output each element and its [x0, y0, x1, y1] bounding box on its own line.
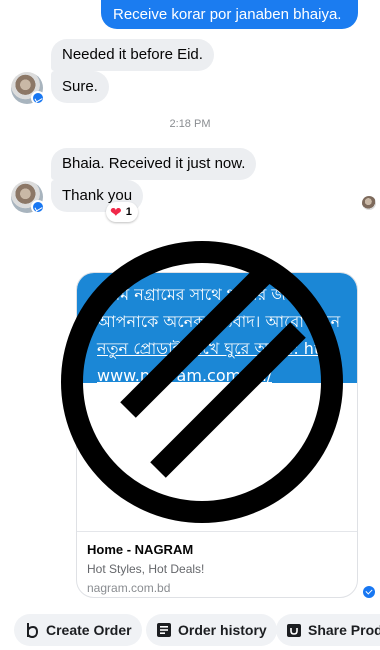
messenger-badge-icon — [31, 200, 45, 214]
incoming-message-text: Sure. — [62, 78, 98, 95]
link-preview-text[interactable]: Home - NAGRAM Hot Styles, Hot Deals! nag… — [77, 531, 357, 597]
heart-icon: ❤ — [110, 204, 122, 220]
seen-indicator-avatar — [362, 196, 376, 210]
message-timestamp: 2:18 PM — [169, 118, 211, 130]
card-message-banner: আমি নগ্রামের সাথে থাকার জন্য আপনাকে অনেক… — [77, 273, 357, 385]
banner-line: আমি নগ্রামের সাথে থাকার জন্য — [97, 285, 300, 304]
incoming-message-bubble[interactable]: Sure. — [51, 71, 109, 103]
outgoing-message-bubble[interactable]: Receive korar por janaben bhaiya. — [101, 0, 358, 29]
share-product-button[interactable]: Share Produ — [276, 614, 380, 646]
delivered-check-icon — [363, 586, 375, 598]
banner-link[interactable]: www.nagram.com.bd/ — [97, 362, 357, 389]
facebook-b-icon — [24, 622, 40, 638]
receipt-icon — [156, 622, 172, 638]
order-history-label: Order history — [178, 622, 267, 638]
incoming-message-bubble[interactable]: Needed it before Eid. — [51, 39, 214, 71]
banner-line[interactable]: নতুন প্রোডাক্ট দেখে ঘুরে আসুন: http — [97, 335, 357, 362]
link-subtitle: Hot Styles, Hot Deals! — [87, 562, 205, 576]
link-domain: nagram.com.bd — [87, 581, 171, 595]
banner-line: আপনাকে অনেক ধন্যবাদ। আরো নতুন — [97, 312, 341, 331]
create-order-button[interactable]: Create Order — [14, 614, 142, 646]
share-product-label: Share Produ — [308, 622, 380, 638]
message-timestamp: A — [186, 242, 194, 254]
messenger-badge-icon — [31, 91, 45, 105]
create-order-label: Create Order — [46, 622, 132, 638]
incoming-message-text: Needed it before Eid. — [62, 46, 203, 63]
link-title: Home - NAGRAM — [87, 542, 194, 557]
share-box-icon — [286, 622, 302, 638]
incoming-message-bubble[interactable]: Bhaia. Received it just now. — [51, 148, 257, 180]
outgoing-message-text: Receive korar por janaben bhaiya. — [113, 6, 342, 23]
incoming-message-text: Bhaia. Received it just now. — [62, 155, 246, 172]
message-reaction[interactable]: ❤ 1 — [106, 202, 138, 222]
link-preview-card[interactable]: আমি নগ্রামের সাথে থাকার জন্য আপনাকে অনেক… — [76, 272, 358, 598]
order-history-button[interactable]: Order history — [146, 614, 277, 646]
reaction-count: 1 — [125, 206, 132, 218]
